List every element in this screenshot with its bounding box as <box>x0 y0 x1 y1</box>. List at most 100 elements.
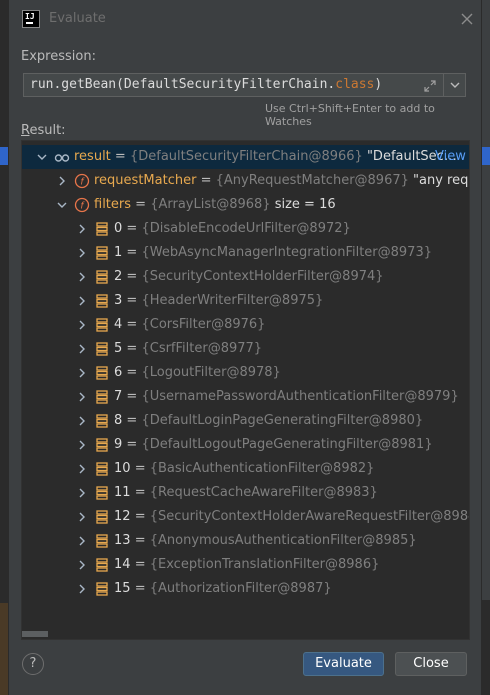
equals-sign: = <box>126 221 138 236</box>
chevron-right-icon[interactable] <box>76 295 88 307</box>
object-reference: {CsrfFilter@8977} <box>141 341 263 356</box>
close-button[interactable]: Close <box>395 652 467 676</box>
array-element-icon <box>96 366 108 380</box>
expression-code-keyword: class <box>335 77 375 92</box>
tree-row-filter-item[interactable]: 7 = {UsernamePasswordAuthenticationFilte… <box>22 385 469 409</box>
field-name: filters <box>94 197 132 212</box>
tree-row-filter-item[interactable]: 8 = {DefaultLoginPageGeneratingFilter@89… <box>22 409 469 433</box>
chevron-right-icon[interactable] <box>76 271 88 283</box>
help-button[interactable]: ? <box>22 653 44 675</box>
collection-size: size = 16 <box>274 197 336 212</box>
tree-row-filter-item[interactable]: 10 = {BasicAuthenticationFilter@8982} <box>22 457 469 481</box>
field-icon: f <box>74 173 90 189</box>
tree-row-text: 0 = {DisableEncodeUrlFilter@8972} <box>114 221 351 236</box>
evaluate-dialog: IJ Evaluate Expression: run.getBean(Defa… <box>8 0 482 695</box>
array-index: 4 <box>114 317 123 332</box>
tree-row-filter-item[interactable]: 6 = {LogoutFilter@8978} <box>22 361 469 385</box>
tree-row-text: 6 = {LogoutFilter@8978} <box>114 365 281 380</box>
array-index: 3 <box>114 293 123 308</box>
chevron-right-icon[interactable] <box>76 511 88 523</box>
chevron-down-icon[interactable] <box>444 74 466 96</box>
tree-row-filter-item[interactable]: 9 = {DefaultLogoutPageGeneratingFilter@8… <box>22 433 469 457</box>
tree-row-filter-item[interactable]: 5 = {CsrfFilter@8977} <box>22 337 469 361</box>
variable-name: result <box>74 149 111 164</box>
tree-row-text: 4 = {CorsFilter@8976} <box>114 317 265 332</box>
tree-row-filter-item[interactable]: 1 = {WebAsyncManagerIntegrationFilter@89… <box>22 241 469 265</box>
expression-label: Expression: <box>21 49 96 64</box>
object-reference: {SecurityContextHolderAwareRequestFilter… <box>149 509 470 524</box>
chevron-right-icon[interactable] <box>76 247 88 259</box>
chevron-right-icon[interactable] <box>76 415 88 427</box>
chevron-right-icon[interactable] <box>76 391 88 403</box>
horizontal-scrollbar[interactable] <box>22 631 48 637</box>
watch-glasses-icon <box>54 154 70 162</box>
tree-row-text: 13 = {AnonymousAuthenticationFilter@8985… <box>114 533 417 548</box>
expression-code[interactable]: run.getBean(DefaultSecurityFilterChain.c… <box>30 77 382 92</box>
array-element-icon <box>96 582 108 596</box>
equals-sign: = <box>134 509 146 524</box>
expression-code-suffix: ) <box>374 77 383 92</box>
tree-row-filter-item[interactable]: 4 = {CorsFilter@8976} <box>22 313 469 337</box>
tree-row-filter-item[interactable]: 0 = {DisableEncodeUrlFilter@8972} <box>22 217 469 241</box>
field-icon: f <box>74 197 90 213</box>
expression-input[interactable]: run.getBean(DefaultSecurityFilterChain.c… <box>23 73 466 97</box>
tree-row-filter-item[interactable]: 12 = {SecurityContextHolderAwareRequestF… <box>22 505 469 529</box>
tree-row-request-matcher[interactable]: f requestMatcher = {AnyRequestMatcher@89… <box>22 169 469 193</box>
tree-row-filter-item[interactable]: 2 = {SecurityContextHolderFilter@8974} <box>22 265 469 289</box>
tree-row-filter-item[interactable]: 14 = {ExceptionTranslationFilter@8986} <box>22 553 469 577</box>
chevron-right-icon[interactable] <box>76 367 88 379</box>
chevron-right-icon[interactable] <box>76 463 88 475</box>
object-reference: {RequestCacheAwareFilter@8983} <box>149 485 378 500</box>
chevron-right-icon[interactable] <box>56 175 68 187</box>
chevron-right-icon[interactable] <box>76 583 88 595</box>
equals-sign: = <box>126 269 138 284</box>
chevron-right-icon[interactable] <box>76 223 88 235</box>
tree-row-result[interactable]: result = {DefaultSecurityFilterChain@896… <box>22 145 469 169</box>
tree-row-text: filters = {ArrayList@8968} size = 16 <box>94 197 336 212</box>
close-icon[interactable] <box>459 11 475 27</box>
object-reference: {UsernamePasswordAuthenticationFilter@89… <box>141 389 459 404</box>
result-tree[interactable]: result = {DefaultSecurityFilterChain@896… <box>21 140 470 640</box>
tree-row-text: 2 = {SecurityContextHolderFilter@8974} <box>114 269 384 284</box>
result-label: Result: <box>21 123 66 138</box>
chevron-right-icon[interactable] <box>76 559 88 571</box>
array-index: 11 <box>114 485 131 500</box>
chevron-down-icon[interactable] <box>56 199 68 211</box>
array-element-icon <box>96 558 108 572</box>
watches-hint: Use Ctrl+Shift+Enter to add to Watches <box>265 102 435 128</box>
object-reference: {CorsFilter@8976} <box>141 317 266 332</box>
equals-sign: = <box>134 557 146 572</box>
array-index: 1 <box>114 245 123 260</box>
object-reference: {DefaultLoginPageGeneratingFilter@8980} <box>141 413 424 428</box>
equals-sign: = <box>134 461 146 476</box>
object-reference: {DefaultLogoutPageGeneratingFilter@8981} <box>141 437 433 452</box>
tree-row-text: 14 = {ExceptionTranslationFilter@8986} <box>114 557 379 572</box>
chevron-right-icon[interactable] <box>76 439 88 451</box>
equals-sign: = <box>134 533 146 548</box>
tree-row-filters[interactable]: f filters = {ArrayList@8968} size = 16 <box>22 193 469 217</box>
view-link[interactable]: View <box>435 149 466 164</box>
tree-row-text: 5 = {CsrfFilter@8977} <box>114 341 262 356</box>
object-reference: {LogoutFilter@8978} <box>141 365 281 380</box>
tree-row-filter-item[interactable]: 15 = {AuthorizationFilter@8987} <box>22 577 469 601</box>
chevron-down-icon[interactable] <box>36 151 48 163</box>
array-element-icon <box>96 342 108 356</box>
array-element-icon <box>96 414 108 428</box>
array-element-icon <box>96 462 108 476</box>
tree-row-filter-item[interactable]: 11 = {RequestCacheAwareFilter@8983} <box>22 481 469 505</box>
result-label-rest: esult: <box>29 123 66 138</box>
chevron-right-icon[interactable] <box>76 487 88 499</box>
chevron-right-icon[interactable] <box>76 319 88 331</box>
chevron-right-icon[interactable] <box>76 535 88 547</box>
tree-row-filter-item[interactable]: 13 = {AnonymousAuthenticationFilter@8985… <box>22 529 469 553</box>
chevron-right-icon[interactable] <box>76 343 88 355</box>
object-reference: {DisableEncodeUrlFilter@8972} <box>141 221 351 236</box>
array-index: 10 <box>114 461 131 476</box>
tree-row-filter-item[interactable]: 3 = {HeaderWriterFilter@8975} <box>22 289 469 313</box>
evaluate-button[interactable]: Evaluate <box>303 652 384 676</box>
expand-icon[interactable] <box>422 78 438 94</box>
array-element-icon <box>96 294 108 308</box>
array-index: 12 <box>114 509 131 524</box>
tree-row-text: result = {DefaultSecurityFilterChain@896… <box>74 149 457 164</box>
array-index: 6 <box>114 365 123 380</box>
